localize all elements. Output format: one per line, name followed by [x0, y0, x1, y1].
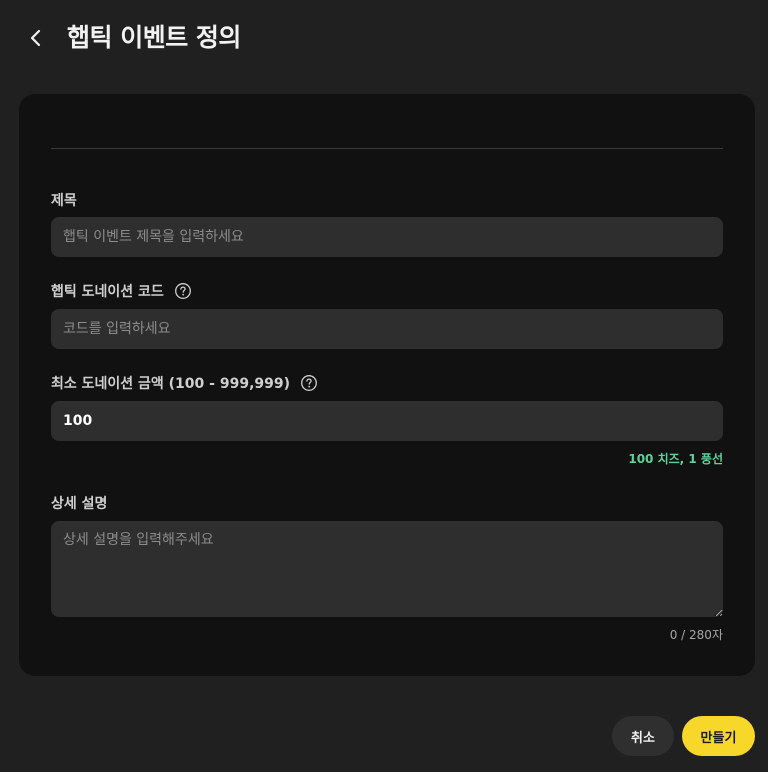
title-input[interactable] [51, 217, 723, 257]
title-label: 제목 [51, 190, 77, 210]
code-label: 햅틱 도네이션 코드 [51, 281, 192, 301]
chevron-left-icon [30, 29, 41, 47]
card-divider [51, 148, 723, 149]
description-char-counter: 0 / 280자 [669, 628, 723, 642]
description-textarea[interactable] [51, 521, 723, 617]
amount-input[interactable] [51, 401, 723, 441]
question-circle-icon[interactable] [174, 282, 192, 300]
amount-conversion-text: 100 치즈, 1 풍선 [628, 452, 723, 466]
title-label-text: 제목 [51, 193, 77, 209]
page-header: 햅틱 이벤트 정의 [0, 0, 768, 76]
question-circle-icon[interactable] [300, 374, 318, 392]
page-title: 햅틱 이벤트 정의 [67, 23, 241, 52]
code-input[interactable] [51, 309, 723, 349]
description-label-text: 상세 설명 [51, 496, 108, 512]
amount-label: 최소 도네이션 금액 (100 - 999,999) [51, 373, 318, 393]
description-label: 상세 설명 [51, 493, 107, 513]
create-button[interactable]: 만들기 [682, 716, 755, 756]
back-button[interactable] [22, 24, 50, 52]
code-label-text: 햅틱 도네이션 코드 [51, 284, 164, 300]
cancel-button[interactable]: 취소 [612, 716, 674, 756]
amount-label-text: 최소 도네이션 금액 (100 - 999,999) [51, 376, 291, 392]
form-card: 제목 햅틱 도네이션 코드 최소 도네이션 금액 (100 - 999,999)… [19, 94, 755, 676]
